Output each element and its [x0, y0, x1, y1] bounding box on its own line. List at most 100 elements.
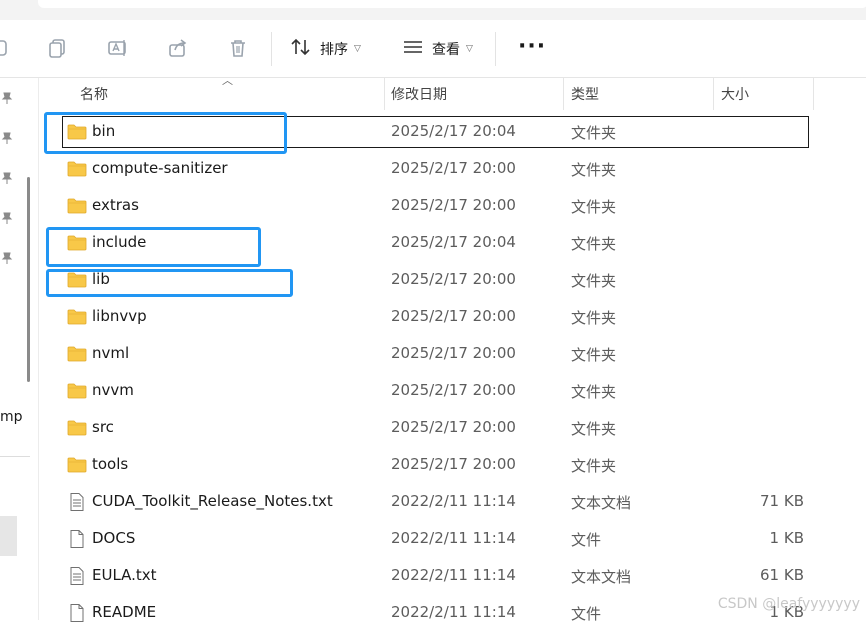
pin-icon[interactable]: [0, 130, 14, 144]
nav-selected-item[interactable]: [0, 516, 17, 556]
file-date: 2025/2/17 20:00: [391, 344, 516, 362]
file-size: 1 KB: [769, 529, 804, 547]
file-date: 2025/2/17 20:04: [391, 233, 516, 251]
file-type: 文件: [571, 605, 602, 623]
column-divider[interactable]: [563, 78, 564, 110]
file-date: 2025/2/17 20:04: [391, 122, 516, 140]
view-label: 查看: [432, 42, 460, 58]
file-row[interactable]: README 2022/2/11 11:14 文件 1 KB: [62, 597, 809, 629]
share-icon[interactable]: [167, 37, 189, 59]
cut-icon[interactable]: [0, 37, 10, 59]
file-row[interactable]: tools 2025/2/17 20:00 文件夹: [62, 449, 809, 481]
file-name: nvml: [92, 344, 130, 362]
file-row[interactable]: extras 2025/2/17 20:00 文件夹: [62, 190, 809, 222]
folder-icon: [67, 234, 87, 252]
file-name: CUDA_Toolkit_Release_Notes.txt: [92, 492, 333, 510]
file-name: lib: [92, 270, 110, 288]
pin-icon[interactable]: [0, 250, 14, 264]
copy-icon[interactable]: [47, 37, 69, 59]
file-row[interactable]: lib 2025/2/17 20:00 文件夹: [62, 264, 809, 296]
file-type: 文件夹: [571, 346, 617, 364]
file-icon: [67, 604, 87, 622]
column-header-size[interactable]: 大小: [721, 78, 749, 110]
folder-icon: [67, 345, 87, 363]
column-header-type[interactable]: 类型: [571, 78, 599, 110]
chevron-down-icon: ▽: [354, 44, 361, 54]
file-name: nvvm: [92, 381, 134, 399]
view-icon: [402, 36, 424, 62]
pin-icon[interactable]: [0, 90, 14, 104]
file-name: tools: [92, 455, 129, 473]
sort-button[interactable]: 排序 ▽: [290, 34, 361, 64]
view-button[interactable]: 查看 ▽: [402, 34, 473, 64]
file-row[interactable]: compute-sanitizer 2025/2/17 20:00 文件夹: [62, 153, 809, 185]
watermark: CSDN @leafyyyyyyy: [717, 596, 860, 612]
file-type: 文件夹: [571, 198, 617, 216]
file-name: compute-sanitizer: [92, 159, 228, 177]
file-name: EULA.txt: [92, 566, 157, 584]
file-date: 2025/2/17 20:00: [391, 418, 516, 436]
address-bar[interactable]: [38, 0, 866, 8]
text-file-icon: [67, 493, 87, 511]
file-row[interactable]: DOCS 2022/2/11 11:14 文件 1 KB: [62, 523, 809, 555]
column-divider[interactable]: [384, 78, 385, 110]
file-type: 文件夹: [571, 457, 617, 475]
file-row[interactable]: EULA.txt 2022/2/11 11:14 文本文档 61 KB: [62, 560, 809, 592]
toolbar-divider: [271, 32, 272, 66]
file-name: include: [92, 233, 147, 251]
file-row[interactable]: nvvm 2025/2/17 20:00 文件夹: [62, 375, 809, 407]
pin-icon[interactable]: [0, 170, 14, 184]
file-date: 2025/2/17 20:00: [391, 307, 516, 325]
file-row[interactable]: CUDA_Toolkit_Release_Notes.txt 2022/2/11 …: [62, 486, 809, 518]
file-type: 文本文档: [571, 568, 632, 586]
file-date: 2025/2/17 20:00: [391, 159, 516, 177]
file-date: 2022/2/11 11:14: [391, 566, 516, 584]
address-bar-strip: [0, 0, 866, 20]
navigation-pane: mp: [0, 78, 39, 620]
file-date: 2025/2/17 20:00: [391, 196, 516, 214]
file-type: 文件夹: [571, 272, 617, 290]
file-date: 2025/2/17 20:00: [391, 381, 516, 399]
folder-icon: [67, 123, 87, 141]
pin-icon[interactable]: [0, 210, 14, 224]
folder-icon: [67, 160, 87, 178]
file-type: 文件夹: [571, 124, 617, 142]
folder-icon: [67, 419, 87, 437]
file-row[interactable]: libnvvp 2025/2/17 20:00 文件夹: [62, 301, 809, 333]
sort-icon: [290, 36, 312, 62]
column-divider[interactable]: [813, 78, 814, 110]
file-date: 2022/2/11 11:14: [391, 529, 516, 547]
file-date: 2025/2/17 20:00: [391, 455, 516, 473]
toolbar-divider: [495, 32, 496, 66]
folder-icon: [67, 382, 87, 400]
column-header-name[interactable]: 名称: [80, 78, 108, 110]
file-row[interactable]: bin 2025/2/17 20:04 文件夹: [62, 116, 809, 148]
file-row[interactable]: include 2025/2/17 20:04 文件夹: [62, 227, 809, 259]
file-type: 文件夹: [571, 161, 617, 179]
file-date: 2022/2/11 11:14: [391, 492, 516, 510]
file-type: 文件夹: [571, 235, 617, 253]
file-row[interactable]: nvml 2025/2/17 20:00 文件夹: [62, 338, 809, 370]
folder-icon: [67, 308, 87, 326]
folder-icon: [67, 197, 87, 215]
file-size: 61 KB: [760, 566, 804, 584]
column-divider[interactable]: [713, 78, 714, 110]
file-type: 文本文档: [571, 494, 632, 512]
file-size: 71 KB: [760, 492, 804, 510]
nav-scrollbar[interactable]: [27, 177, 30, 382]
file-type: 文件夹: [571, 309, 617, 327]
delete-icon[interactable]: [227, 37, 249, 59]
file-type: 文件夹: [571, 383, 617, 401]
file-name: bin: [92, 122, 116, 140]
nav-divider: [0, 456, 30, 457]
file-name: extras: [92, 196, 139, 214]
column-header-date[interactable]: 修改日期: [391, 78, 447, 110]
file-date: 2022/2/11 11:14: [391, 603, 516, 621]
chevron-down-icon: ▽: [466, 44, 473, 54]
file-row[interactable]: src 2025/2/17 20:00 文件夹: [62, 412, 809, 444]
more-options-button[interactable]: ···: [518, 36, 546, 58]
file-name: libnvvp: [92, 307, 147, 325]
rename-icon[interactable]: [107, 37, 129, 59]
folder-icon: [67, 456, 87, 474]
nav-item-label[interactable]: mp: [0, 409, 23, 425]
